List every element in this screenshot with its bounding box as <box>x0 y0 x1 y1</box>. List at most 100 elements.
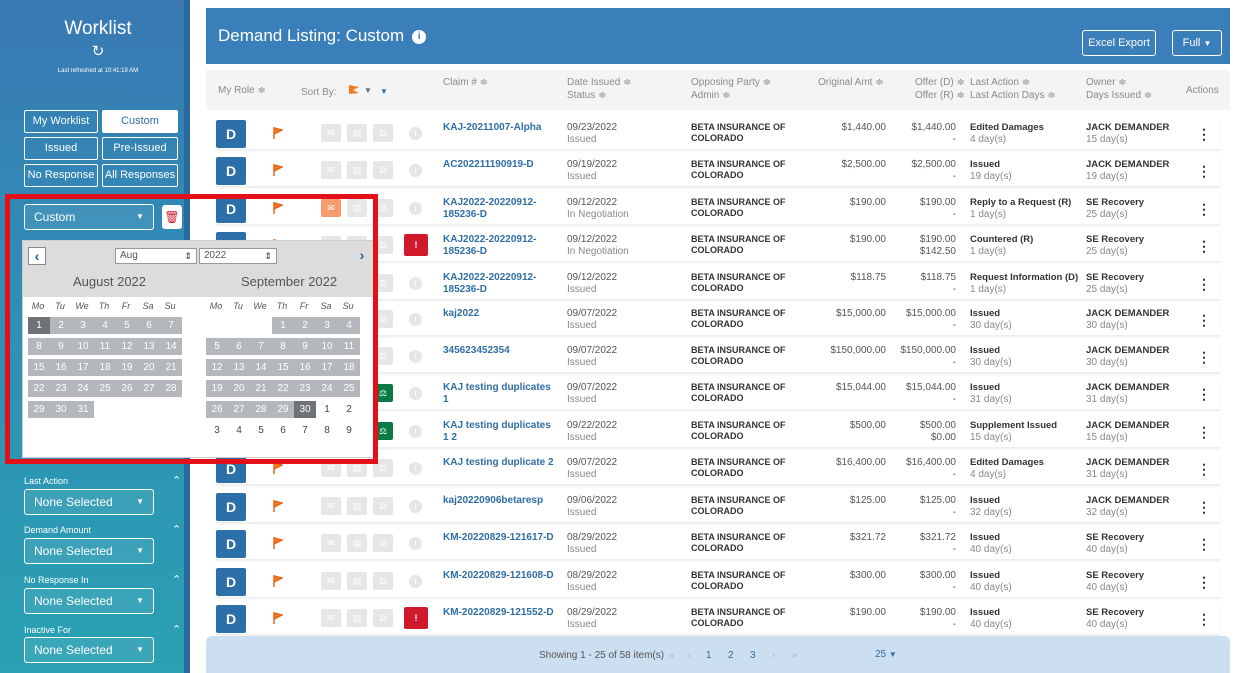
role-badge[interactable]: D <box>216 493 246 521</box>
col-owner[interactable]: Owner ≑ <box>1086 76 1127 89</box>
scale-icon[interactable]: ⚖ <box>373 534 393 552</box>
excel-export-button[interactable]: Excel Export <box>1082 30 1156 56</box>
claim-number[interactable]: KAJ2022-20220912-185236-D <box>443 234 558 258</box>
info-icon[interactable]: i <box>409 127 422 140</box>
message-icon[interactable]: ✉ <box>321 124 341 142</box>
pager-prev[interactable]: ‹ <box>688 650 691 660</box>
claim-number[interactable]: KAJ2022-20220912-185236-D <box>443 272 558 296</box>
filter-my-worklist[interactable]: My Worklist <box>24 110 98 133</box>
pager-first[interactable]: « <box>669 650 674 660</box>
more-actions-icon[interactable]: ⋮ <box>1197 163 1211 180</box>
message-icon[interactable]: ✉ <box>321 161 341 179</box>
claim-number[interactable]: AC202211190919-D <box>443 159 558 171</box>
info-icon[interactable]: i <box>409 537 422 550</box>
flag-icon[interactable] <box>273 127 285 139</box>
document-icon[interactable]: ▤ <box>347 572 367 590</box>
view-select[interactable]: Full ▼ <box>1172 30 1222 56</box>
more-actions-icon[interactable]: ⋮ <box>1197 201 1211 218</box>
col-opposing-party[interactable]: Opposing Party ≑ <box>691 76 771 89</box>
table-row[interactable]: D ✉ ▤ ⚖ i KM-20220829-121608-D 08/29/2022 Issue… <box>216 566 1220 598</box>
scale-icon[interactable]: ⚖ <box>373 124 393 142</box>
scale-icon[interactable]: ⚖ <box>373 497 393 515</box>
table-row[interactable]: D ✉ ▤ ⚖ i AC202211190919-D 09/19/2022 Issued BET… <box>216 155 1220 187</box>
info-icon[interactable]: i <box>409 202 422 215</box>
more-actions-icon[interactable]: ⋮ <box>1197 611 1211 628</box>
col-claim[interactable]: Claim # ≑ <box>443 76 488 89</box>
claim-number[interactable]: KM-20220829-121608-D <box>443 570 558 582</box>
message-icon[interactable]: ✉ <box>321 534 341 552</box>
chevron-up-icon[interactable]: ⌃ <box>172 523 181 536</box>
info-icon[interactable]: i <box>409 277 422 290</box>
info-icon[interactable]: i <box>409 575 422 588</box>
col-my-role[interactable]: My Role ≑ <box>218 84 266 97</box>
more-actions-icon[interactable]: ⋮ <box>1197 386 1211 403</box>
role-badge[interactable]: D <box>216 120 246 148</box>
chevron-up-icon[interactable]: ⌃ <box>172 573 181 586</box>
document-icon[interactable]: ▤ <box>347 609 367 627</box>
more-actions-icon[interactable]: ⋮ <box>1197 536 1211 553</box>
filter-no-response[interactable]: No Response <box>24 164 98 187</box>
col-days-issued[interactable]: Days Issued ≑ <box>1086 89 1152 102</box>
more-actions-icon[interactable]: ⋮ <box>1197 574 1211 591</box>
col-last-action[interactable]: Last Action ≑ <box>970 76 1030 89</box>
flag-icon[interactable] <box>273 575 285 587</box>
info-icon[interactable]: i <box>412 30 427 44</box>
page-size-select[interactable]: 25 ▼ <box>875 649 897 660</box>
claim-number[interactable]: KAJ2022-20220912-185236-D <box>443 197 558 221</box>
table-row[interactable]: D ✉ ▤ ⚖ i KAJ-20211007-Alpha 09/23/2022 Issued B… <box>216 118 1220 150</box>
col-offer-r[interactable]: Offer (R) ≑ <box>915 89 965 102</box>
message-icon[interactable]: ✉ <box>321 609 341 627</box>
demand-amount-select[interactable]: None Selected ▼ <box>24 538 154 564</box>
more-actions-icon[interactable]: ⋮ <box>1197 126 1211 143</box>
filter-issued[interactable]: Issued <box>24 137 98 160</box>
info-icon[interactable]: i <box>409 313 422 326</box>
flag-icon[interactable] <box>273 500 285 512</box>
sort-direction-icon[interactable]: ▼ <box>380 85 388 98</box>
claim-number[interactable]: KAJ testing duplicates 1 2 <box>443 420 558 444</box>
info-icon[interactable]: i <box>409 425 422 438</box>
pager-page-1[interactable]: 1 <box>706 650 712 661</box>
chevron-up-icon[interactable]: ⌃ <box>172 623 181 636</box>
chevron-down-icon[interactable]: ▼ <box>364 84 372 97</box>
info-icon[interactable]: i <box>409 350 422 363</box>
document-icon[interactable]: ▤ <box>347 161 367 179</box>
table-row[interactable]: D ✉ ▤ ⚖ i kaj20220906betaresp 09/06/2022 Issued… <box>216 491 1220 523</box>
info-icon[interactable]: i <box>409 387 422 400</box>
flag-icon[interactable] <box>273 612 285 624</box>
claim-number[interactable]: KAJ-20211007-Alpha <box>443 122 558 134</box>
last-action-select[interactable]: None Selected ▼ <box>24 489 154 515</box>
more-actions-icon[interactable]: ⋮ <box>1197 349 1211 366</box>
more-actions-icon[interactable]: ⋮ <box>1197 499 1211 516</box>
filter-custom[interactable]: Custom <box>102 110 178 133</box>
info-icon[interactable]: i <box>409 500 422 513</box>
alert-icon[interactable]: ! <box>404 234 428 256</box>
filter-all-responses[interactable]: All Responses <box>102 164 178 187</box>
role-badge[interactable]: D <box>216 605 246 633</box>
col-status[interactable]: Status ≑ <box>567 89 607 102</box>
claim-number[interactable]: KM-20220829-121552-D <box>443 607 558 619</box>
table-row[interactable]: D ✉ ▤ ⚖! KM-20220829-121552-D 08/29/2022 Issue… <box>216 603 1220 635</box>
table-row[interactable]: D ✉ ▤ ⚖ i KM-20220829-121617-D 08/29/2022 Issue… <box>216 528 1220 560</box>
claim-number[interactable]: kaj20220906betaresp <box>443 495 558 507</box>
flag-sort-icon[interactable] <box>348 84 360 96</box>
pager-page-3[interactable]: 3 <box>750 650 756 661</box>
col-last-action-days[interactable]: Last Action Days ≑ <box>970 89 1056 102</box>
no-response-in-select[interactable]: None Selected ▼ <box>24 588 154 614</box>
document-icon[interactable]: ▤ <box>347 497 367 515</box>
refresh-icon[interactable]: ↻ <box>0 42 196 60</box>
col-date-issued[interactable]: Date Issued ≑ <box>567 76 632 89</box>
flag-icon[interactable] <box>273 164 285 176</box>
scale-icon[interactable]: ⚖ <box>373 161 393 179</box>
claim-number[interactable]: 345623452354 <box>443 345 558 357</box>
document-icon[interactable]: ▤ <box>347 124 367 142</box>
scale-icon[interactable]: ⚖ <box>373 572 393 590</box>
more-actions-icon[interactable]: ⋮ <box>1197 238 1211 255</box>
more-actions-icon[interactable]: ⋮ <box>1197 424 1211 441</box>
more-actions-icon[interactable]: ⋮ <box>1197 312 1211 329</box>
info-icon[interactable]: i <box>409 462 422 475</box>
document-icon[interactable]: ▤ <box>347 534 367 552</box>
message-icon[interactable]: ✉ <box>321 497 341 515</box>
filter-pre-issued[interactable]: Pre-Issued <box>102 137 178 160</box>
more-actions-icon[interactable]: ⋮ <box>1197 276 1211 293</box>
col-original-amt[interactable]: Original Amt ≑ <box>818 76 884 89</box>
